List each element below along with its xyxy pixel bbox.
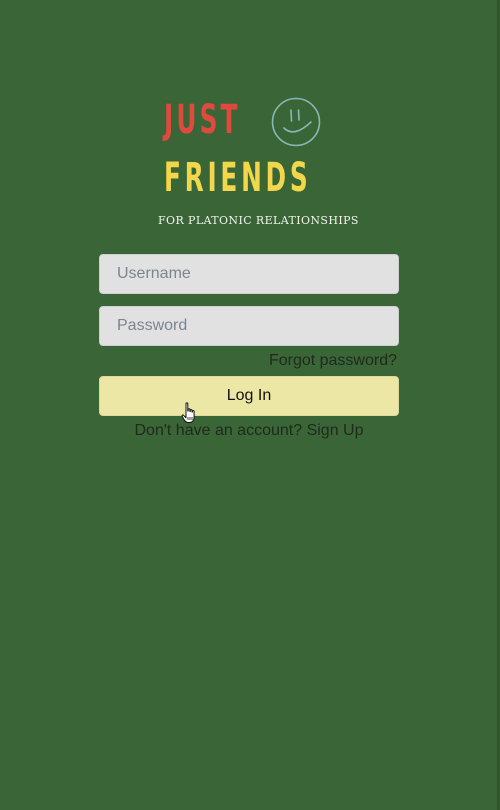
app-logo: JUST FRIENDS FOR PLATONIC RELATIONSHIPS [158,92,359,232]
signup-link[interactable]: Sign Up [307,422,364,439]
login-button[interactable]: Log In [99,376,399,416]
signup-prompt-text: Don't have an account? [134,422,303,439]
signup-prompt: Don't have an account? Sign Up [99,421,399,441]
smiley-face-icon [271,97,321,147]
forgot-password-link[interactable]: Forgot password? [269,351,397,371]
logo-word-just: JUST [164,97,241,143]
logo-word-friends: FRIENDS [164,155,312,201]
username-input[interactable] [99,254,399,294]
logo-tagline: FOR PLATONIC RELATIONSHIPS [158,214,359,227]
password-input[interactable] [99,306,399,346]
